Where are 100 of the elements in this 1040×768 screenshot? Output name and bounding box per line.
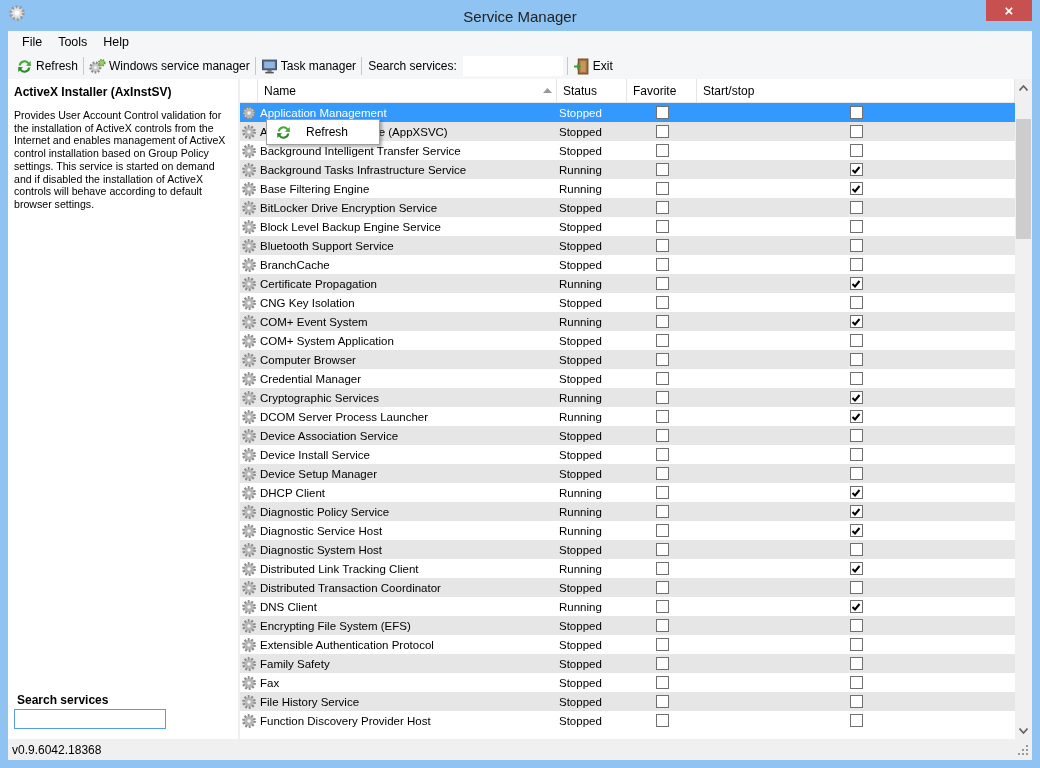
checkbox[interactable] <box>655 600 669 613</box>
checkbox[interactable] <box>849 315 863 328</box>
checkbox[interactable] <box>849 505 863 518</box>
checkbox[interactable] <box>849 163 863 176</box>
service-row[interactable]: Base Filtering Engine Running <box>240 179 1015 198</box>
service-row[interactable]: CNG Key Isolation Stopped <box>240 293 1015 312</box>
checkbox[interactable] <box>655 220 669 233</box>
service-row[interactable]: DHCP Client Running <box>240 483 1015 502</box>
service-row[interactable]: Encrypting File System (EFS) Stopped <box>240 616 1015 635</box>
checkbox[interactable] <box>849 714 863 727</box>
checkbox[interactable] <box>849 467 863 480</box>
service-row[interactable]: Fax Stopped <box>240 673 1015 692</box>
checkbox[interactable] <box>849 125 863 138</box>
service-row[interactable]: Device Install Service Stopped <box>240 445 1015 464</box>
checkbox[interactable] <box>655 562 669 575</box>
service-row[interactable]: BranchCache Stopped <box>240 255 1015 274</box>
checkbox[interactable] <box>655 714 669 727</box>
column-header[interactable]: Favorite <box>627 79 697 102</box>
toolbar-button[interactable]: Task manager <box>257 55 360 77</box>
service-row[interactable]: File History Service Stopped <box>240 692 1015 711</box>
checkbox[interactable] <box>655 201 669 214</box>
checkbox[interactable] <box>655 277 669 290</box>
checkbox[interactable] <box>849 429 863 442</box>
checkbox[interactable] <box>655 695 669 708</box>
checkbox[interactable] <box>655 372 669 385</box>
service-row[interactable]: COM+ System Application Stopped <box>240 331 1015 350</box>
checkbox[interactable] <box>849 296 863 309</box>
scroll-up-icon[interactable] <box>1019 84 1028 91</box>
service-row[interactable]: Background Tasks Infrastructure Service Running <box>240 160 1015 179</box>
checkbox[interactable] <box>849 638 863 651</box>
column-header[interactable]: Status <box>557 79 627 102</box>
close-button[interactable]: × <box>986 0 1032 21</box>
checkbox[interactable] <box>655 448 669 461</box>
menu-item[interactable]: Refresh <box>269 122 377 142</box>
checkbox[interactable] <box>849 182 863 195</box>
checkbox[interactable] <box>849 524 863 537</box>
checkbox[interactable] <box>655 258 669 271</box>
service-row[interactable]: BitLocker Drive Encryption Service Stopped <box>240 198 1015 217</box>
menu-item[interactable]: File <box>14 33 51 51</box>
service-row[interactable]: Credential Manager Stopped <box>240 369 1015 388</box>
checkbox[interactable] <box>849 334 863 347</box>
service-row[interactable]: Bluetooth Support Service Stopped <box>240 236 1015 255</box>
column-header[interactable]: Name <box>258 79 557 102</box>
resize-grip-icon[interactable] <box>1018 744 1028 755</box>
service-row[interactable]: Computer Browser Stopped <box>240 350 1015 369</box>
toolbar-button[interactable]: Windows service manager <box>86 55 253 77</box>
service-row[interactable]: DNS Client Running <box>240 597 1015 616</box>
checkbox[interactable] <box>849 486 863 499</box>
checkbox[interactable] <box>655 296 669 309</box>
checkbox[interactable] <box>655 429 669 442</box>
checkbox[interactable] <box>655 353 669 366</box>
checkbox[interactable] <box>849 353 863 366</box>
checkbox[interactable] <box>849 562 863 575</box>
checkbox[interactable] <box>655 106 669 119</box>
service-row[interactable]: Cryptographic Services Running <box>240 388 1015 407</box>
menu-item[interactable]: Help <box>95 33 138 51</box>
checkbox[interactable] <box>849 619 863 632</box>
checkbox[interactable] <box>849 372 863 385</box>
service-row[interactable]: Family Safety Stopped <box>240 654 1015 673</box>
checkbox[interactable] <box>655 163 669 176</box>
service-row[interactable]: Device Association Service Stopped <box>240 426 1015 445</box>
service-row[interactable]: Block Level Backup Engine Service Stopped <box>240 217 1015 236</box>
checkbox[interactable] <box>849 258 863 271</box>
checkbox[interactable] <box>655 182 669 195</box>
checkbox[interactable] <box>655 619 669 632</box>
menu-item[interactable]: Tools <box>50 33 96 51</box>
checkbox[interactable] <box>849 106 863 119</box>
checkbox[interactable] <box>849 239 863 252</box>
checkbox[interactable] <box>849 277 863 290</box>
checkbox[interactable] <box>655 410 669 423</box>
service-row[interactable]: Function Discovery Provider Host Stopped <box>240 711 1015 730</box>
service-row[interactable]: Extensible Authentication Protocol Stopped <box>240 635 1015 654</box>
scrollbar[interactable] <box>1015 79 1032 739</box>
service-row[interactable]: Device Setup Manager Stopped <box>240 464 1015 483</box>
service-row[interactable]: Diagnostic Service Host Running <box>240 521 1015 540</box>
exit-button[interactable]: Exit <box>569 55 616 77</box>
checkbox[interactable] <box>849 410 863 423</box>
checkbox[interactable] <box>849 220 863 233</box>
service-row[interactable]: Distributed Link Tracking Client Running <box>240 559 1015 578</box>
checkbox[interactable] <box>655 657 669 670</box>
checkbox[interactable] <box>655 524 669 537</box>
checkbox[interactable] <box>655 315 669 328</box>
service-row[interactable]: Diagnostic System Host Stopped <box>240 540 1015 559</box>
service-row[interactable]: COM+ Event System Running <box>240 312 1015 331</box>
service-row[interactable]: Certificate Propagation Running <box>240 274 1015 293</box>
checkbox[interactable] <box>655 391 669 404</box>
checkbox[interactable] <box>849 600 863 613</box>
checkbox[interactable] <box>849 201 863 214</box>
checkbox[interactable] <box>655 486 669 499</box>
scroll-down-icon[interactable] <box>1019 727 1028 734</box>
checkbox[interactable] <box>655 144 669 157</box>
checkbox[interactable] <box>849 391 863 404</box>
checkbox[interactable] <box>849 695 863 708</box>
checkbox[interactable] <box>655 334 669 347</box>
service-row[interactable]: Distributed Transaction Coordinator Stopped <box>240 578 1015 597</box>
checkbox[interactable] <box>655 638 669 651</box>
checkbox[interactable] <box>849 144 863 157</box>
toolbar-button[interactable]: Refresh <box>13 55 82 77</box>
checkbox[interactable] <box>849 448 863 461</box>
checkbox[interactable] <box>655 676 669 689</box>
